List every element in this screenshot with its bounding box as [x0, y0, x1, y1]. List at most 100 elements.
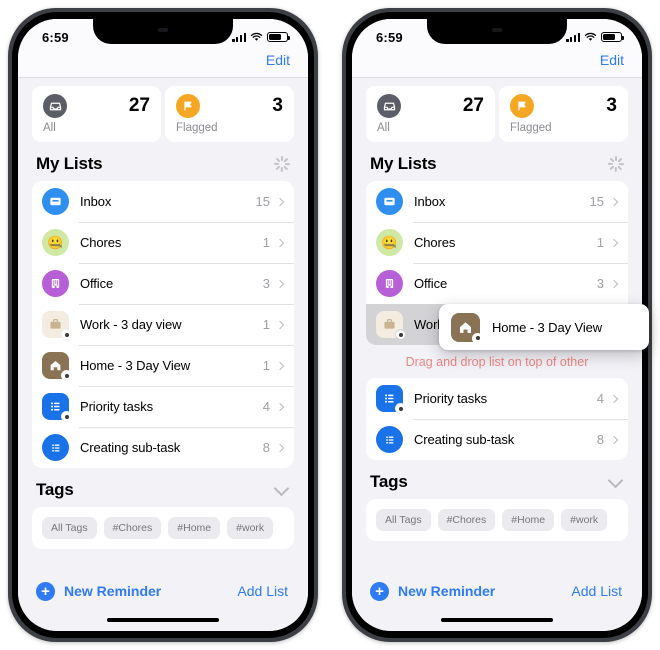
briefcase-icon — [376, 311, 406, 340]
chevron-down-icon[interactable] — [607, 472, 624, 488]
tags-card: All Tags #Chores #Home #work — [32, 507, 294, 549]
list-item-name: Work - 3 day view — [80, 317, 182, 332]
list-item[interactable]: Inbox 15 — [32, 181, 294, 222]
tag-chip[interactable]: #Chores — [103, 517, 162, 539]
tag-chip[interactable]: #Chores — [437, 509, 496, 531]
nav-bar: Edit — [18, 49, 308, 78]
list-item-count: 15 — [255, 194, 270, 209]
tray-icon — [43, 94, 67, 118]
house-icon — [451, 312, 483, 344]
smart-lists-row: 27 All 3 Flagged — [32, 86, 294, 142]
list-item[interactable]: Priority tasks 4 — [32, 386, 294, 427]
smart-card-flagged-count: 3 — [272, 95, 283, 116]
list-item-name: Inbox — [80, 194, 112, 209]
tag-chip[interactable]: All Tags — [42, 517, 97, 539]
chevron-down-icon[interactable] — [273, 480, 290, 496]
list-item[interactable]: Home - 3 Day View 1 — [32, 345, 294, 386]
smart-lists-row: 27 All 3 Flagged — [366, 86, 628, 142]
tag-chip[interactable]: #work — [561, 509, 608, 531]
my-lists-card: Inbox 15 🤐 Chores 1 Office 3 Work - 3 da… — [32, 181, 294, 468]
new-reminder-label: New Reminder — [64, 583, 162, 599]
bottom-toolbar: + New Reminder Add List — [352, 567, 642, 609]
smart-list-badge-icon — [61, 329, 72, 340]
smart-card-all[interactable]: 27 All — [366, 86, 495, 142]
add-list-button[interactable]: Add List — [571, 583, 622, 599]
smart-card-flagged-label: Flagged — [176, 122, 218, 134]
smart-card-flagged[interactable]: 3 Flagged — [165, 86, 294, 142]
smart-card-all-label: All — [43, 122, 56, 134]
list-item-count: 3 — [262, 276, 270, 291]
dragged-list-card[interactable]: Home - 3 Day View — [439, 304, 649, 350]
list-item-name: Inbox — [414, 194, 446, 209]
list-item[interactable]: 🤐 Chores 1 — [32, 222, 294, 263]
smart-card-all-top: 27 — [43, 94, 150, 118]
house-icon — [42, 352, 72, 381]
earpiece-speaker-icon — [158, 28, 168, 32]
list-item[interactable]: Work - 3 day view 1 — [32, 304, 294, 345]
chevron-right-icon — [609, 435, 619, 444]
chevron-right-icon — [609, 394, 619, 403]
tags-header[interactable]: Tags — [32, 468, 294, 507]
list-item[interactable]: Creating sub-task 8 — [32, 427, 294, 468]
phone-right: 6:59 Edit 27 All 3 Flagged My Lists Inbo… — [342, 8, 652, 642]
new-reminder-button[interactable]: + New Reminder — [36, 581, 162, 601]
home-indicator — [352, 609, 642, 631]
edit-button[interactable]: Edit — [266, 52, 290, 68]
tag-chip[interactable]: #work — [227, 517, 274, 539]
list-item[interactable]: Creating sub-task 8 — [366, 419, 628, 460]
edit-button[interactable]: Edit — [600, 52, 624, 68]
battery-icon — [267, 31, 290, 43]
list-item-count: 15 — [589, 194, 604, 209]
list-item[interactable]: Priority tasks 4 — [366, 378, 628, 419]
smart-card-flagged-top: 3 — [176, 94, 283, 118]
inbox-tray-icon — [376, 188, 403, 215]
battery-icon — [601, 31, 624, 43]
my-lists-title: My Lists — [36, 154, 103, 173]
plus-circle-icon: + — [370, 581, 389, 601]
smart-list-badge-icon — [395, 329, 406, 340]
my-lists-header: My Lists — [32, 142, 294, 181]
tag-chip[interactable]: #Home — [168, 517, 221, 539]
chevron-right-icon — [275, 402, 285, 411]
tag-chip[interactable]: All Tags — [376, 509, 431, 531]
chevron-right-icon — [275, 443, 285, 452]
cellular-bars-icon — [566, 32, 580, 42]
list-item-name: Creating sub-task — [414, 432, 515, 447]
nav-bar: Edit — [352, 49, 642, 78]
smart-card-all-count: 27 — [128, 95, 150, 116]
tag-chip[interactable]: #Home — [502, 509, 555, 531]
list-item-name: Chores — [80, 235, 122, 250]
tags-title: Tags — [36, 480, 74, 499]
chevron-right-icon — [275, 279, 285, 288]
list-item-name: Priority tasks — [80, 399, 154, 414]
list-bullet-icon — [376, 426, 403, 453]
tray-icon — [377, 94, 401, 118]
dragged-list-name: Home - 3 Day View — [492, 319, 603, 335]
smart-card-all-label: All — [377, 122, 390, 134]
list-item[interactable]: Inbox 15 — [366, 181, 628, 222]
list-bullet-icon — [376, 385, 406, 414]
list-item-name: Office — [80, 276, 114, 291]
list-item[interactable]: Office 3 — [32, 263, 294, 304]
list-item[interactable]: 🤐 Chores 1 — [366, 222, 628, 263]
add-list-button[interactable]: Add List — [237, 583, 288, 599]
list-item[interactable]: Office 3 — [366, 263, 628, 304]
chevron-right-icon — [275, 197, 285, 206]
smart-list-badge-icon — [395, 403, 406, 414]
smart-card-all[interactable]: 27 All — [32, 86, 161, 142]
list-item-count: 1 — [262, 358, 270, 373]
smart-list-badge-icon — [61, 411, 72, 422]
list-item-name: Priority tasks — [414, 391, 488, 406]
smart-card-flagged[interactable]: 3 Flagged — [499, 86, 628, 142]
new-reminder-button[interactable]: + New Reminder — [370, 581, 495, 601]
home-indicator — [18, 609, 308, 631]
list-item-count: 1 — [262, 317, 270, 332]
tags-header[interactable]: Tags — [366, 460, 628, 499]
chevron-right-icon — [275, 361, 285, 370]
building-icon — [42, 270, 69, 297]
inbox-tray-icon — [42, 188, 69, 215]
status-bar-clock: 6:59 — [376, 29, 403, 45]
wifi-icon — [250, 32, 263, 41]
smiley-face-icon: 🤐 — [42, 229, 69, 256]
smiley-face-icon: 🤐 — [376, 229, 403, 256]
